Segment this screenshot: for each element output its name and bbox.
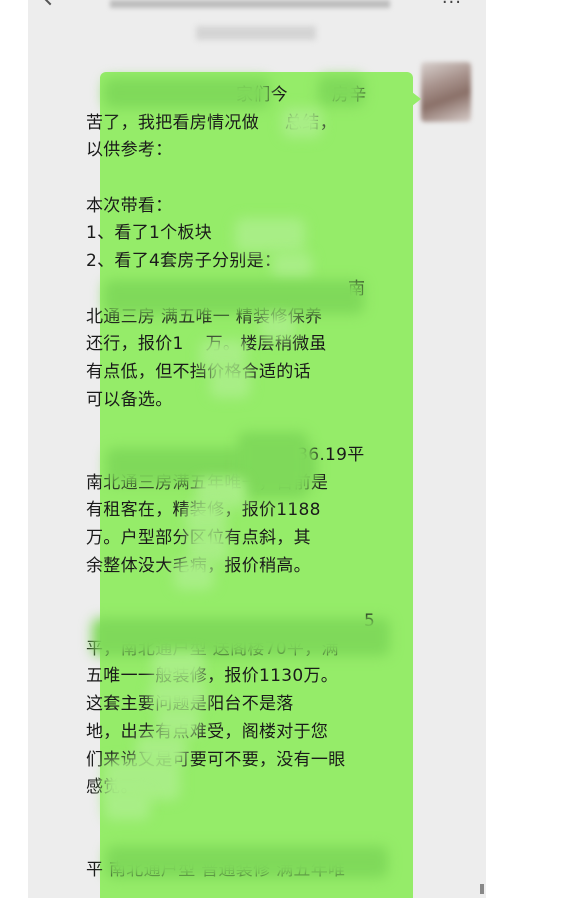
message-fragment: 还行，报价1: [86, 334, 184, 355]
message-line: 余整体没大毛病，报价稍高。: [86, 555, 311, 576]
message-line: 1、看了1个板块: [86, 223, 213, 244]
scrollbar[interactable]: [480, 884, 484, 894]
message-fragment: 房辛: [331, 85, 367, 105]
message-line: 这套主要问题是阳台不是落: [86, 694, 294, 715]
message-line: [86, 414, 376, 442]
message-timestamp-redaction: [196, 26, 316, 40]
message-line: 136.19平: [86, 442, 376, 470]
avatar[interactable]: [421, 62, 471, 122]
chat-title-redaction: [110, 0, 390, 8]
message-fragment: 万。楼层稍微虽: [205, 334, 327, 355]
message-fragment: 总结，: [285, 112, 337, 133]
message-fragment: 苦了，我把看房情况做: [86, 112, 259, 133]
message-fragment: 南: [348, 278, 366, 299]
message-line: 5: [86, 608, 376, 636]
message-line: 五唯一一般装修，报价1130万。: [86, 666, 339, 687]
message-fragment: 2、看了4套房子: [86, 251, 213, 272]
message-line: 们来说又是可要可不要，没有一眼: [86, 749, 346, 770]
more-options-icon[interactable]: ···: [442, 0, 462, 13]
screenshot-page: ··· 家们今 房辛 苦了，我把看房情况做 总结， 以供参考： 本次带看： 1、看了…: [0, 0, 562, 898]
message-bubble-tail: [412, 92, 421, 106]
message-line: 可以备选。: [86, 389, 173, 410]
message-fragment: 5: [364, 611, 376, 632]
message-line: 家们今 房辛: [86, 82, 376, 110]
back-arrow-icon[interactable]: [38, 0, 62, 6]
message-line: 以供参考：: [86, 140, 173, 161]
message-line: [86, 580, 376, 608]
message-line: 地，出去有点难受，阁楼对于您: [86, 721, 329, 742]
message-line: 北通三房 满五唯一 精装修保养: [86, 306, 323, 327]
message-line: 平，南北通户型 送阁楼70平，满: [86, 638, 339, 659]
message-text: 家们今 房辛 苦了，我把看房情况做 总结， 以供参考： 本次带看： 1、看了1个板块…: [86, 82, 376, 885]
message-line: 感觉。: [86, 777, 138, 798]
message-line: 万。户型部分区位有点斜，其: [86, 528, 311, 548]
message-line: 苦了，我把看房情况做 总结，: [86, 110, 376, 138]
message-fragment: 分别是：: [212, 251, 282, 272]
message-line: [86, 165, 376, 193]
chat-title-bar: ···: [28, 0, 486, 14]
message-line: 平 南北通户型 普通装修 满五年唯: [86, 860, 346, 881]
message-line: 南: [86, 276, 376, 304]
message-line: 2、看了4套房子分别是：: [86, 248, 376, 276]
message-line: [86, 802, 376, 830]
message-line: [86, 830, 376, 858]
message-fragment: 136.19平: [286, 444, 365, 465]
message-line: 南北通三房满五年唯一，目前是: [86, 472, 329, 493]
message-fragment: 家们今: [236, 85, 288, 105]
message-line: 有点低，但不挡价格合适的话: [86, 361, 311, 382]
message-line: 还行，报价1 万。楼层稍微虽: [86, 331, 376, 359]
message-line: 有租客在，精装修，报价1188: [86, 500, 321, 521]
message-line: 本次带看：: [86, 195, 173, 216]
